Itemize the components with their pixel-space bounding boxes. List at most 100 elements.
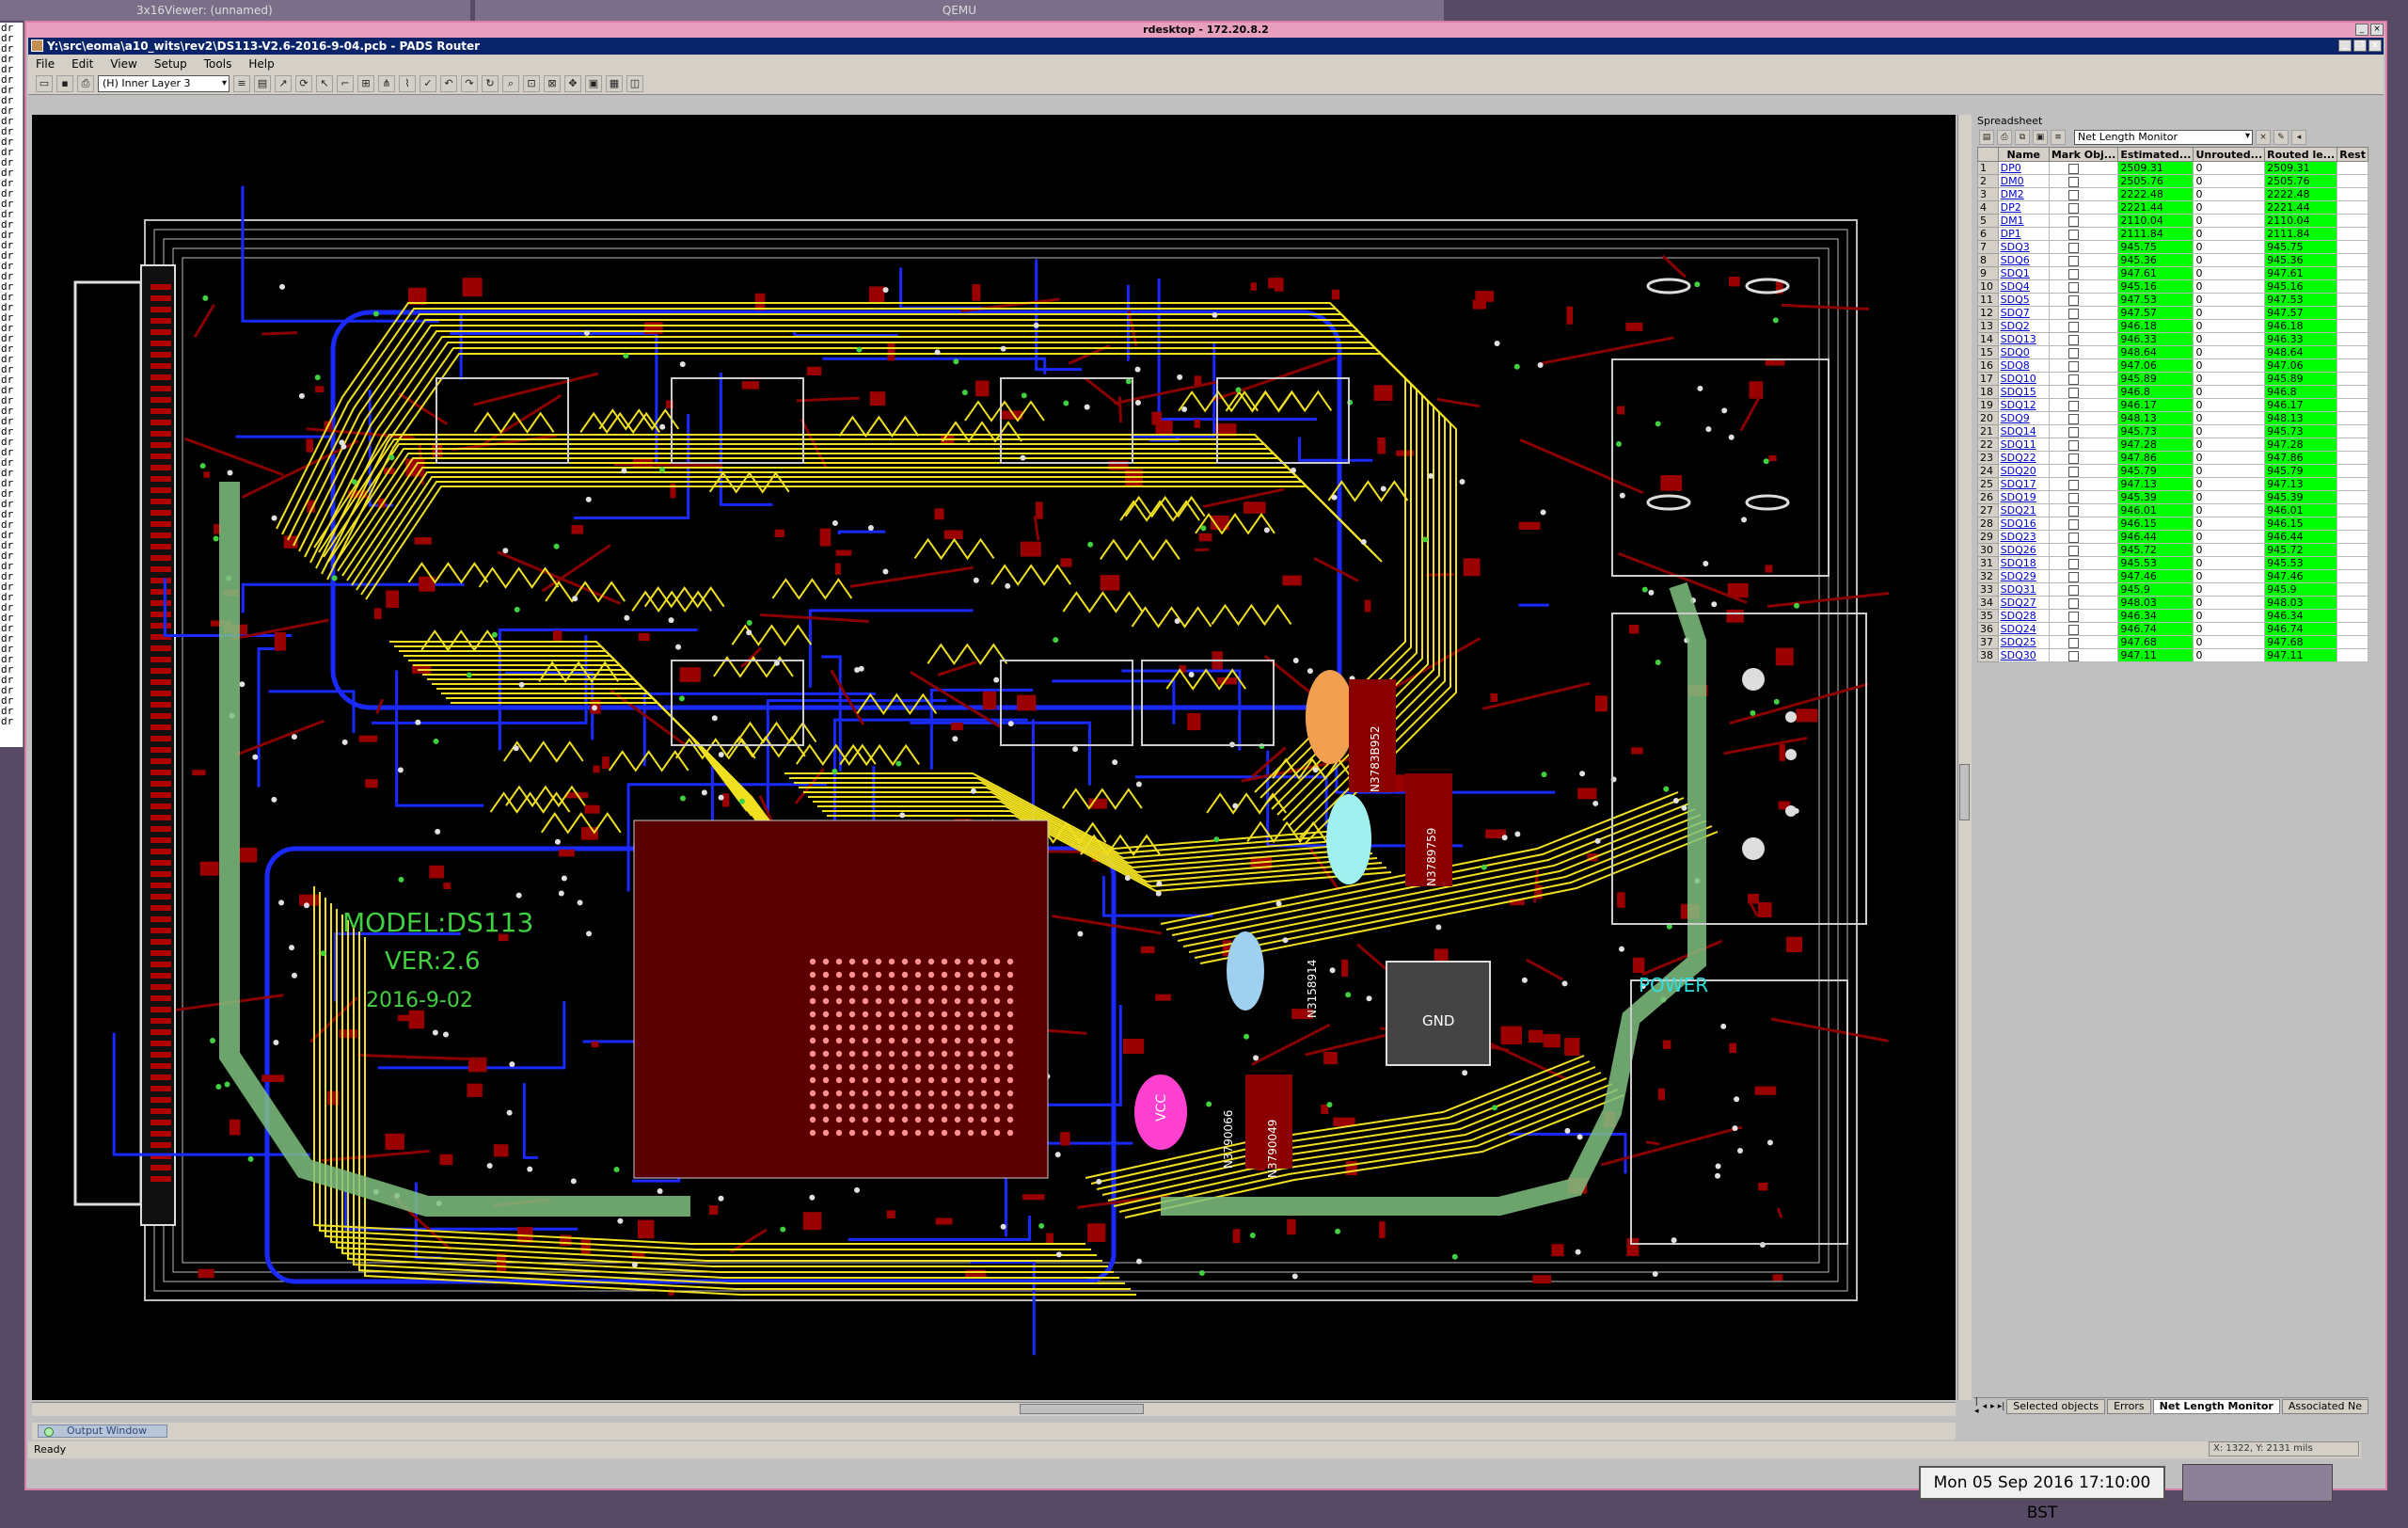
- menu-file[interactable]: File: [36, 57, 55, 71]
- mark-checkbox[interactable]: [2068, 519, 2079, 530]
- menu-view[interactable]: View: [110, 57, 136, 71]
- table-row[interactable]: 31SDQ18945.530945.53: [1978, 557, 2368, 570]
- monitor-select[interactable]: Net Length Monitor: [2074, 130, 2253, 145]
- net-name[interactable]: DM2: [1998, 188, 2049, 201]
- table-row[interactable]: 21SDQ14945.730945.73: [1978, 425, 2368, 438]
- mark-checkbox[interactable]: [2068, 493, 2079, 503]
- menu-help[interactable]: Help: [248, 57, 274, 71]
- mark-checkbox[interactable]: [2068, 414, 2079, 424]
- mark-checkbox[interactable]: [2068, 585, 2079, 596]
- header-routed[interactable]: Routed le...: [2265, 148, 2337, 162]
- tab-next-icon[interactable]: ▸: [1989, 1402, 1996, 1411]
- table-row[interactable]: 11SDQ5947.530947.53: [1978, 294, 2368, 307]
- pcb-layout[interactable]: MODEL:DS113 VER:2.6 2016-9-02 POWER GND …: [32, 115, 1956, 1400]
- menu-tools[interactable]: Tools: [204, 57, 232, 71]
- hscroll-thumb[interactable]: [1020, 1404, 1144, 1414]
- net-name[interactable]: SDQ24: [1998, 623, 2049, 636]
- table-row[interactable]: 19SDQ12946.170946.17: [1978, 399, 2368, 412]
- table-row[interactable]: 38SDQ30947.110947.11: [1978, 649, 2368, 662]
- net-name[interactable]: SDQ20: [1998, 465, 2049, 478]
- refresh-icon[interactable]: ⟳: [295, 75, 312, 92]
- menu-edit[interactable]: Edit: [71, 57, 93, 71]
- pcb-canvas[interactable]: MODEL:DS113 VER:2.6 2016-9-02 POWER GND …: [32, 115, 1956, 1400]
- redo-icon[interactable]: ↷: [461, 75, 478, 92]
- tab-first-icon[interactable]: |◂: [1973, 1397, 1980, 1416]
- mark-checkbox[interactable]: [2068, 638, 2079, 648]
- net-name[interactable]: SDQ13: [1998, 333, 2049, 346]
- pan-icon[interactable]: ✥: [564, 75, 581, 92]
- tab-net-length-monitor[interactable]: Net Length Monitor: [2153, 1399, 2280, 1414]
- fanout-icon[interactable]: ⋔: [378, 75, 395, 92]
- table-row[interactable]: 18SDQ15946.80946.8: [1978, 386, 2368, 399]
- net-name[interactable]: DP1: [1998, 228, 2049, 241]
- net-name[interactable]: SDQ5: [1998, 294, 2049, 307]
- mark-checkbox[interactable]: [2068, 559, 2079, 569]
- table-row[interactable]: 36SDQ24946.740946.74: [1978, 623, 2368, 636]
- mark-checkbox[interactable]: [2068, 401, 2079, 411]
- mark-checkbox[interactable]: [2068, 269, 2079, 279]
- canvas-horizontal-scrollbar[interactable]: [32, 1402, 1956, 1416]
- print-icon[interactable]: ⎙: [77, 75, 94, 92]
- mark-checkbox[interactable]: [2068, 203, 2079, 214]
- table-row[interactable]: 20SDQ9948.130948.13: [1978, 412, 2368, 425]
- net-name[interactable]: SDQ12: [1998, 399, 2049, 412]
- mark-checkbox[interactable]: [2068, 506, 2079, 517]
- route-icon[interactable]: ↗: [275, 75, 292, 92]
- mark-checkbox[interactable]: [2068, 572, 2079, 582]
- autoroute-icon[interactable]: ⊞: [357, 75, 374, 92]
- sheet-filter-icon[interactable]: ≡: [2051, 130, 2066, 145]
- mark-checkbox[interactable]: [2068, 190, 2079, 200]
- vscroll-thumb[interactable]: [1959, 764, 1970, 820]
- redraw-icon[interactable]: ↻: [482, 75, 499, 92]
- mark-checkbox[interactable]: [2068, 612, 2079, 622]
- mark-checkbox[interactable]: [2068, 230, 2079, 240]
- mark-checkbox[interactable]: [2068, 533, 2079, 543]
- table-row[interactable]: 1DP02509.3102509.31: [1978, 162, 2368, 175]
- canvas-vertical-scrollbar[interactable]: [1957, 115, 1972, 1400]
- system-tray[interactable]: [2182, 1464, 2333, 1502]
- mark-checkbox[interactable]: [2068, 164, 2079, 174]
- net-name[interactable]: SDQ18: [1998, 557, 2049, 570]
- tab-prev-icon[interactable]: ◂: [1982, 1402, 1988, 1411]
- select-icon[interactable]: ↖: [316, 75, 333, 92]
- net-name[interactable]: SDQ7: [1998, 307, 2049, 320]
- mark-checkbox[interactable]: [2068, 440, 2079, 451]
- interactive-route-icon[interactable]: ⌐: [337, 75, 354, 92]
- table-row[interactable]: 16SDQ8947.060947.06: [1978, 359, 2368, 373]
- mark-checkbox[interactable]: [2068, 427, 2079, 438]
- net-name[interactable]: SDQ2: [1998, 320, 2049, 333]
- tab-last-icon[interactable]: ▸|: [1998, 1402, 2005, 1411]
- output-window-tab[interactable]: Output Window: [38, 1425, 167, 1438]
- table-row[interactable]: 34SDQ27948.030948.03: [1978, 597, 2368, 610]
- tune-icon[interactable]: ⌇: [399, 75, 416, 92]
- header-rest[interactable]: Rest: [2337, 148, 2368, 162]
- mark-checkbox[interactable]: [2068, 388, 2079, 398]
- net-name[interactable]: SDQ9: [1998, 412, 2049, 425]
- mark-checkbox[interactable]: [2068, 256, 2079, 266]
- open-icon[interactable]: ▭: [36, 75, 53, 92]
- rdesktop-close-icon[interactable]: ×: [2370, 24, 2384, 36]
- zoom-extents-icon[interactable]: ⊠: [544, 75, 561, 92]
- table-row[interactable]: 27SDQ21946.010946.01: [1978, 504, 2368, 517]
- table-row[interactable]: 32SDQ29947.460947.46: [1978, 570, 2368, 583]
- sheet-paste-icon[interactable]: ▣: [2033, 130, 2048, 145]
- net-name[interactable]: DP0: [1998, 162, 2049, 175]
- sheet-print-icon[interactable]: ⎙: [1997, 130, 2012, 145]
- mark-checkbox[interactable]: [2068, 598, 2079, 609]
- net-name[interactable]: SDQ31: [1998, 583, 2049, 597]
- net-name[interactable]: SDQ16: [1998, 517, 2049, 531]
- net-name[interactable]: SDQ4: [1998, 280, 2049, 294]
- mark-checkbox[interactable]: [2068, 348, 2079, 358]
- net-name[interactable]: SDQ29: [1998, 570, 2049, 583]
- sheet-edit-icon[interactable]: ✎: [2273, 130, 2289, 145]
- sheet-close-icon[interactable]: ×: [2256, 130, 2271, 145]
- mark-checkbox[interactable]: [2068, 282, 2079, 293]
- net-name[interactable]: SDQ3: [1998, 241, 2049, 254]
- net-name[interactable]: DP2: [1998, 201, 2049, 215]
- net-name[interactable]: SDQ22: [1998, 452, 2049, 465]
- net-name[interactable]: SDQ15: [1998, 386, 2049, 399]
- net-name[interactable]: SDQ19: [1998, 491, 2049, 504]
- table-row[interactable]: 10SDQ4945.160945.16: [1978, 280, 2368, 294]
- tab-selected-objects[interactable]: Selected objects: [2006, 1399, 2105, 1414]
- layers-icon[interactable]: ≡: [233, 75, 250, 92]
